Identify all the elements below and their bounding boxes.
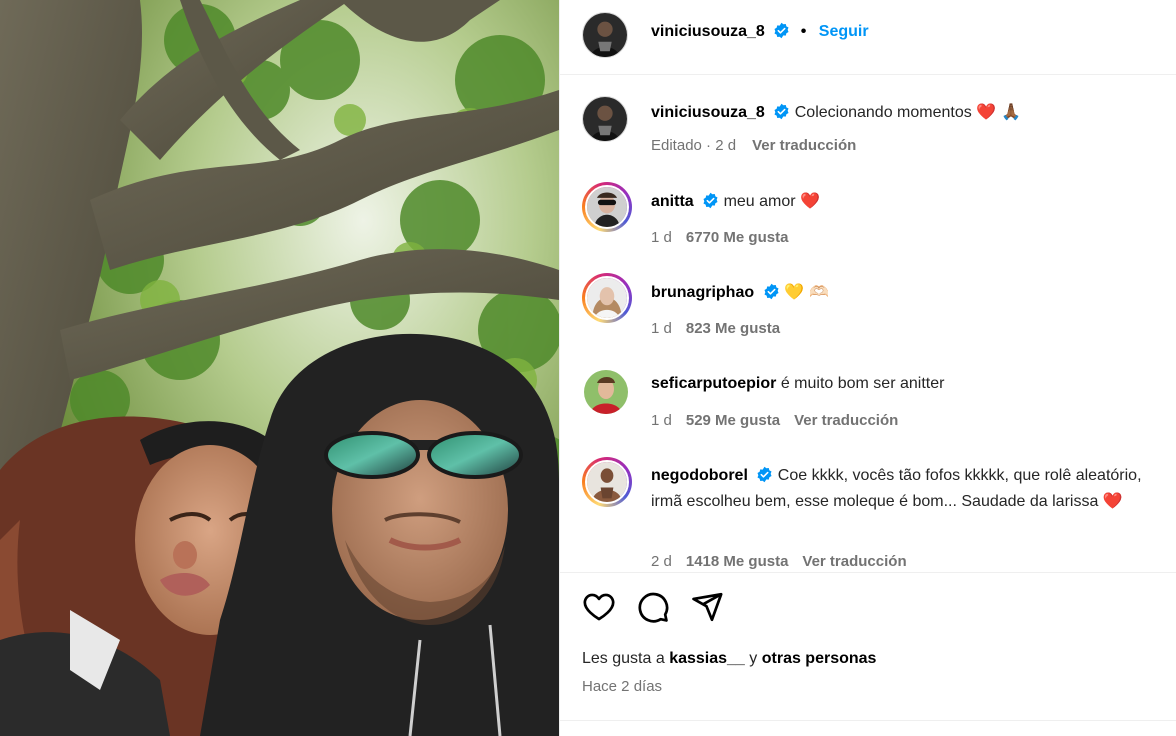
comment-icon[interactable] [636, 590, 670, 624]
comment-translate-link[interactable]: Ver traducción [794, 412, 898, 429]
heart-icon[interactable] [582, 590, 616, 624]
verified-badge-icon [774, 22, 789, 39]
comment-meta: 1 d 823 Me gusta [651, 316, 1161, 341]
comment-likes[interactable]: 529 Me gusta [686, 412, 780, 429]
verified-badge-icon [757, 466, 772, 483]
comment-username[interactable]: negodoborel [651, 467, 748, 484]
comment-avatar[interactable] [582, 273, 632, 323]
comment-likes[interactable]: 6770 Me gusta [686, 229, 789, 246]
comment-emoji: 💛 🫶🏻 [784, 282, 829, 301]
comment-username[interactable]: brunagriphao [651, 284, 754, 301]
likes-prefix: Les gusta a [582, 650, 665, 667]
post-view: viniciusouza_8 • Seguir viniciusouza_8 C… [0, 0, 1176, 736]
comment-translate-link[interactable]: Ver traducción [802, 553, 906, 570]
caption-translate-link[interactable]: Ver traducción [752, 137, 856, 154]
comment-box-divider [560, 720, 1176, 721]
post-photo[interactable] [0, 0, 559, 736]
comment-meta: 1 d 6770 Me gusta [651, 225, 1161, 250]
comment-age: 1 d [651, 229, 672, 246]
post-actions [582, 590, 724, 624]
comment: anitta meu amor ❤️ [651, 188, 1161, 214]
caption-emoji: ❤️ 🙏🏾 [976, 102, 1022, 121]
comment: brunagriphao 💛 🫶🏻 [651, 279, 1161, 305]
caption-meta: Editado · 2 d Ver traducción [651, 133, 1161, 158]
comment: seficarputoepior é muito bom ser anitter [651, 371, 1161, 396]
comment-avatar[interactable] [584, 370, 628, 414]
post-time-ago: Hace 2 días [582, 678, 663, 695]
post-side-panel: viniciusouza_8 • Seguir viniciusouza_8 C… [559, 0, 1176, 736]
other-likers-link[interactable]: otras personas [762, 650, 877, 667]
likes-summary: Les gusta a kassias__ y otras personas [582, 650, 876, 668]
comment-likes[interactable]: 1418 Me gusta [686, 553, 789, 570]
header-line: viniciusouza_8 • Seguir [651, 22, 869, 41]
comment-avatar[interactable] [582, 182, 632, 232]
verified-badge-icon [774, 103, 789, 120]
caption: viniciusouza_8 Colecionando momentos ❤️ … [651, 99, 1161, 125]
comment-likes[interactable]: 823 Me gusta [686, 320, 780, 337]
comment-age: 2 d [651, 553, 672, 570]
comment-emoji: ❤️ [1102, 491, 1123, 510]
actions-divider [560, 572, 1176, 573]
caption-username[interactable]: viniciusouza_8 [651, 104, 765, 121]
separator-dot: • [800, 23, 807, 40]
comment-meta: 2 d 1418 Me gusta Ver traducción [651, 549, 1161, 574]
share-icon[interactable] [690, 590, 724, 624]
caption-edited: Editado · 2 d [651, 137, 737, 154]
caption-avatar[interactable] [582, 96, 628, 142]
comment-text: meu amor [723, 193, 796, 210]
comment-age: 1 d [651, 320, 672, 337]
comment-age: 1 d [651, 412, 672, 429]
comment-meta: 1 d 529 Me gusta Ver traducción [651, 408, 1161, 433]
comment-emoji: ❤️ [800, 191, 820, 210]
author-username[interactable]: viniciusouza_8 [651, 23, 765, 40]
author-avatar[interactable] [582, 12, 628, 58]
verified-badge-icon [764, 283, 779, 300]
liker-username[interactable]: kassias__ [669, 650, 745, 667]
post-header: viniciusouza_8 • Seguir [560, 0, 1176, 75]
comment-avatar[interactable] [582, 457, 632, 507]
follow-button[interactable]: Seguir [819, 23, 869, 40]
photo-illustration [0, 0, 559, 736]
comment-username[interactable]: seficarputoepior [651, 375, 776, 392]
comment: negodoborel Coe kkkk, vocês tão fofos kk… [651, 463, 1161, 514]
caption-text: Colecionando momentos [794, 104, 972, 121]
comment-username[interactable]: anitta [651, 193, 694, 210]
likes-mid: y [749, 650, 758, 667]
comment-text: é muito bom ser anitter [780, 375, 945, 392]
verified-badge-icon [703, 192, 718, 209]
